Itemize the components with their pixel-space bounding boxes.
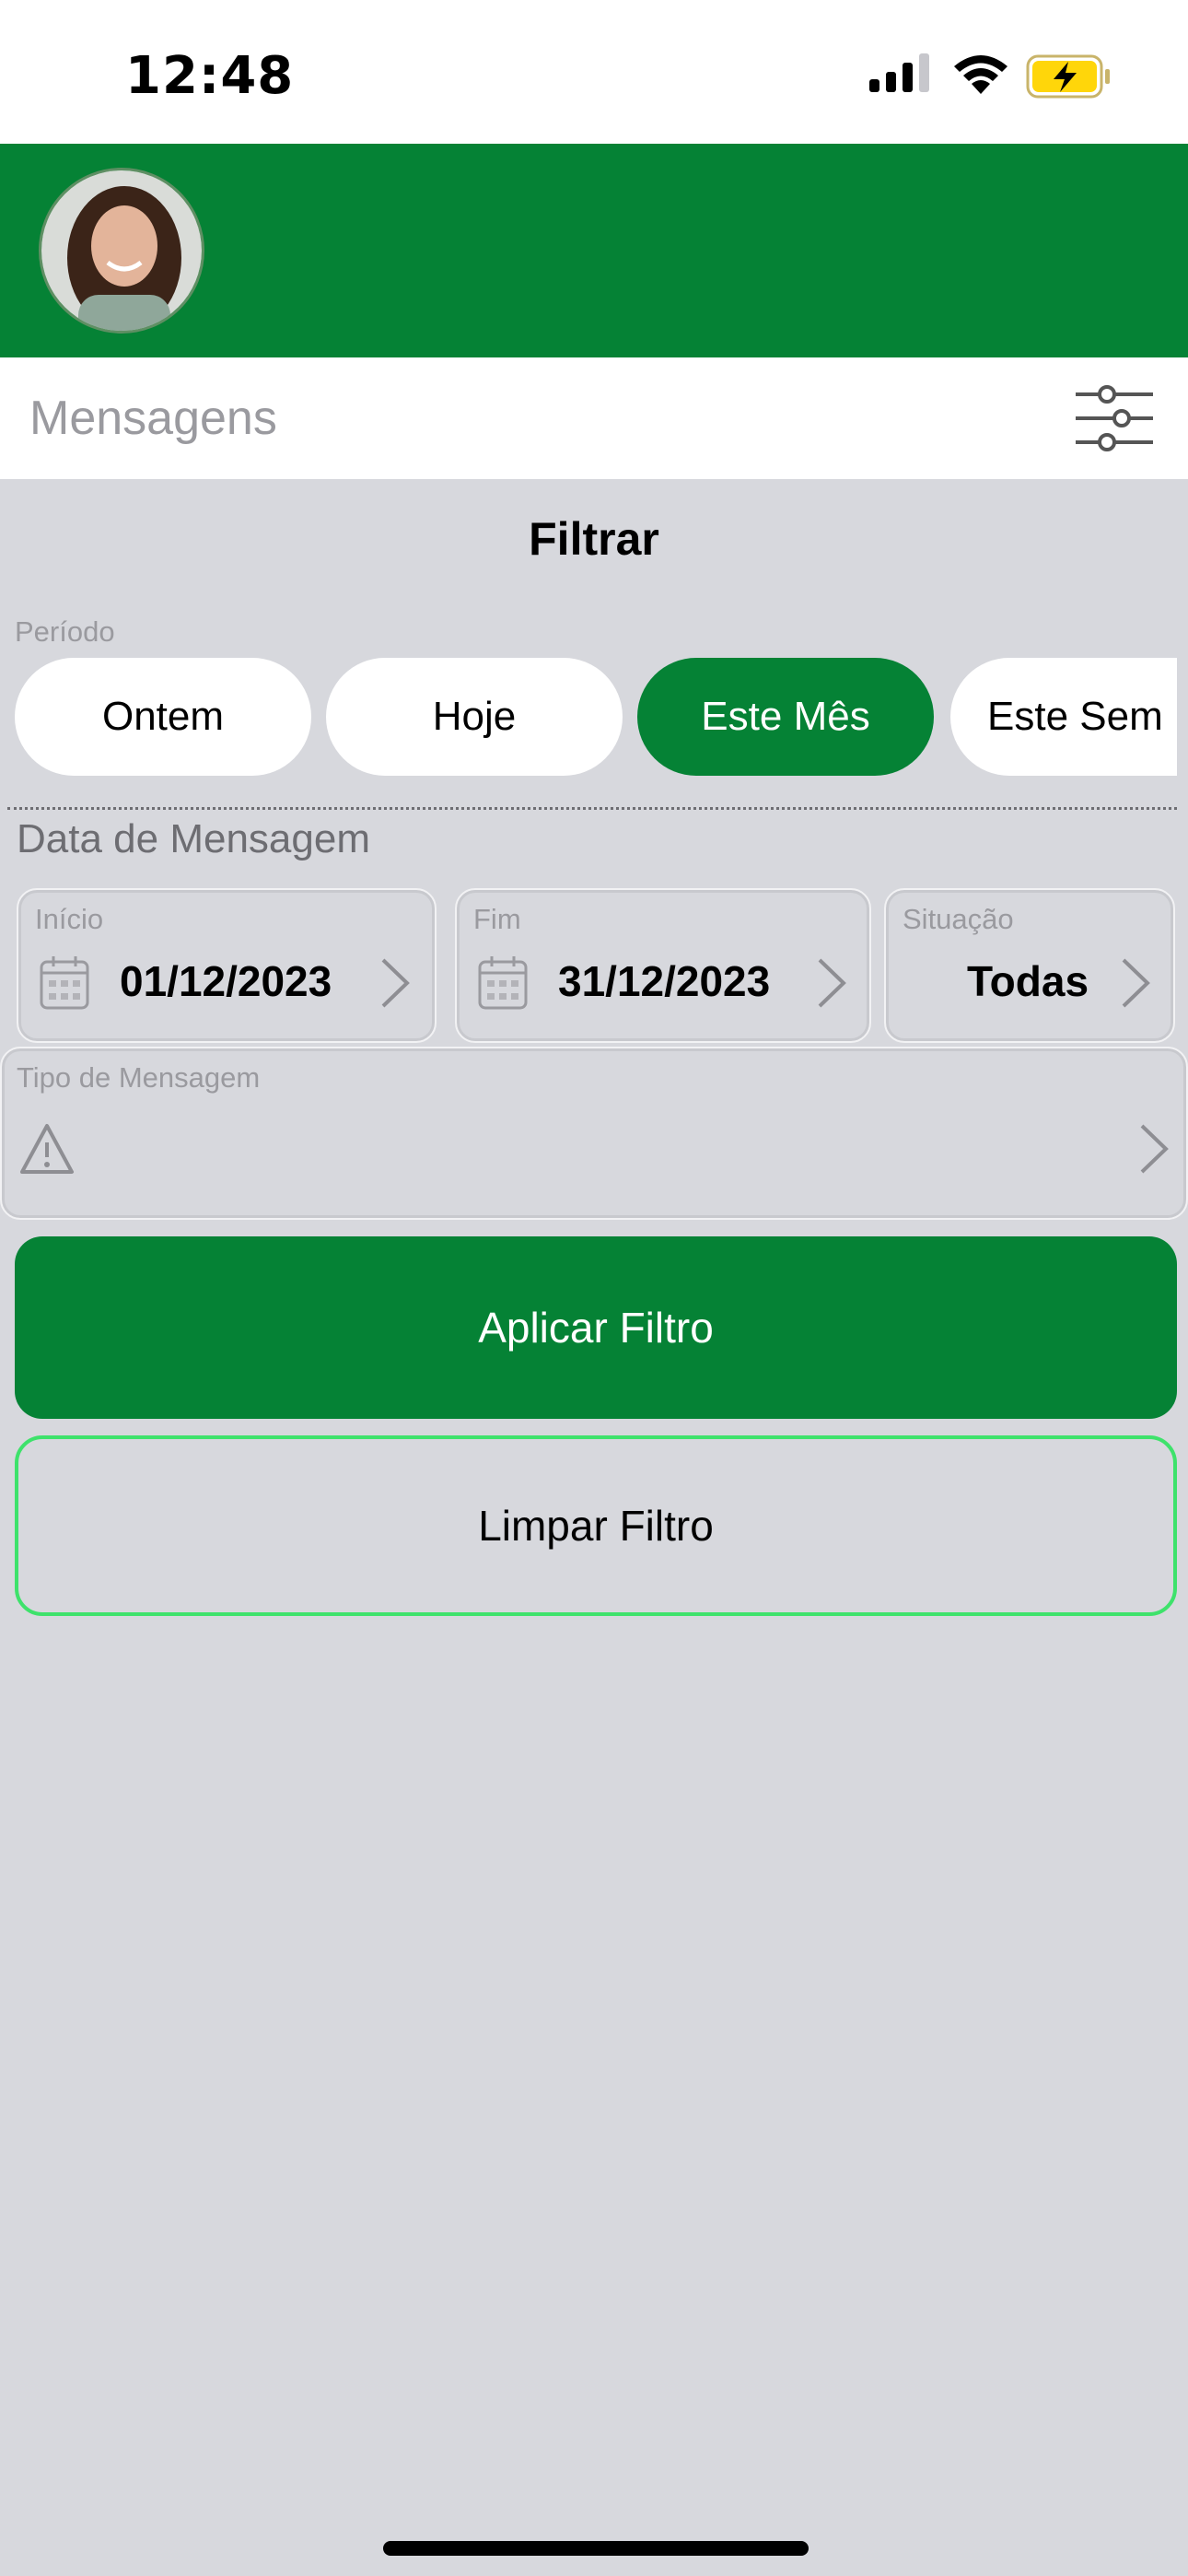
sliders-icon[interactable] <box>1074 381 1155 455</box>
warning-icon <box>20 1124 74 1174</box>
situacao-field[interactable]: Situação Todas <box>884 888 1175 1043</box>
clear-filter-button[interactable]: Limpar Filtro <box>15 1435 1177 1616</box>
cellular-signal-icon <box>869 53 929 92</box>
status-time: 12:48 <box>125 46 295 106</box>
apply-filter-button[interactable]: Aplicar Filtro <box>15 1236 1177 1419</box>
chip-ontem[interactable]: Ontem <box>15 658 311 776</box>
status-bar: 12:48 <box>0 0 1188 144</box>
home-indicator[interactable] <box>383 2541 809 2556</box>
inicio-value: 01/12/2023 <box>120 957 332 1005</box>
fim-label: Fim <box>473 903 521 935</box>
situacao-value: Todas <box>967 957 1089 1005</box>
chevron-right-icon <box>381 958 410 1008</box>
fim-value: 31/12/2023 <box>558 957 771 1005</box>
battery-charging-icon <box>1026 54 1110 99</box>
page-title: Mensagens <box>29 392 277 445</box>
chevron-right-icon <box>1140 1124 1169 1174</box>
section-divider <box>7 807 1177 810</box>
fim-date-field[interactable]: Fim 31/12/2023 <box>455 888 871 1043</box>
chevron-right-icon <box>1122 958 1150 1008</box>
chip-este-mes[interactable]: Este Mês <box>637 658 934 776</box>
situacao-label: Situação <box>903 903 1014 935</box>
tipo-mensagem-field[interactable]: Tipo de Mensagem <box>0 1047 1188 1220</box>
data-section-title: Data de Mensagem <box>17 816 370 861</box>
inicio-date-field[interactable]: Início 01/12/2023 <box>17 888 437 1043</box>
inicio-label: Início <box>35 903 104 935</box>
chip-hoje[interactable]: Hoje <box>326 658 623 776</box>
calendar-icon <box>478 956 528 1010</box>
calendar-icon <box>40 956 89 1010</box>
periodo-label: Período <box>15 615 115 648</box>
period-chips: Ontem Hoje Este Mês Este Sem <box>15 658 1177 778</box>
filter-title: Filtrar <box>529 513 659 565</box>
tipo-label: Tipo de Mensagem <box>17 1061 261 1094</box>
user-avatar[interactable] <box>39 168 204 334</box>
chip-este-semana[interactable]: Este Sem <box>950 658 1177 776</box>
wifi-icon <box>954 55 1007 94</box>
chevron-right-icon <box>818 958 846 1008</box>
avatar-photo <box>41 170 202 331</box>
